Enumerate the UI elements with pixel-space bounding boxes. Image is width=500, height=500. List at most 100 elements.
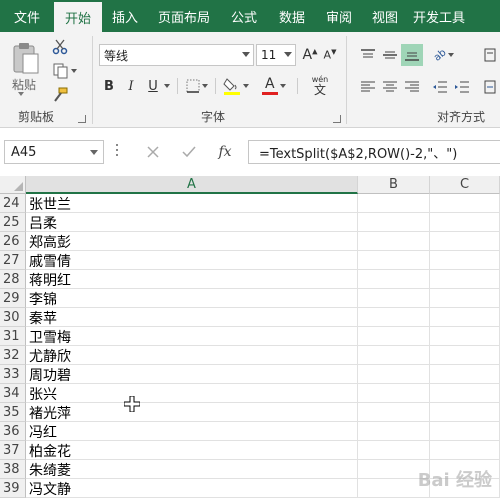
cell-a[interactable]: 周功碧 xyxy=(26,365,358,384)
row-header[interactable]: 37 xyxy=(0,441,26,460)
cell-a[interactable]: 张兴 xyxy=(26,384,358,403)
cell-c[interactable] xyxy=(430,289,500,308)
cell-c[interactable] xyxy=(430,384,500,403)
row-header[interactable]: 31 xyxy=(0,327,26,346)
top-align-button[interactable] xyxy=(357,44,379,66)
cell-a[interactable]: 冯文静 xyxy=(26,479,358,498)
merge-center-button[interactable] xyxy=(481,76,499,98)
cell-b[interactable] xyxy=(358,308,430,327)
cell-b[interactable] xyxy=(358,213,430,232)
row-header[interactable]: 28 xyxy=(0,270,26,289)
bottom-align-button[interactable] xyxy=(401,44,423,66)
column-header-c[interactable]: C xyxy=(430,176,500,194)
select-all-button[interactable] xyxy=(0,176,26,194)
cell-c[interactable] xyxy=(430,422,500,441)
cell-b[interactable] xyxy=(358,365,430,384)
cell-b[interactable] xyxy=(358,289,430,308)
tab-insert[interactable]: 插入 xyxy=(102,0,148,32)
cell-b[interactable] xyxy=(358,327,430,346)
cancel-icon[interactable] xyxy=(142,141,164,163)
font-color-button[interactable]: A xyxy=(261,74,287,98)
cell-c[interactable] xyxy=(430,346,500,365)
align-right-button[interactable] xyxy=(401,76,423,98)
row-header[interactable]: 26 xyxy=(0,232,26,251)
format-painter-button[interactable] xyxy=(50,86,70,104)
cell-b[interactable] xyxy=(358,270,430,289)
tab-file[interactable]: 文件 xyxy=(0,0,54,32)
row-header[interactable]: 29 xyxy=(0,289,26,308)
font-size-select[interactable]: 11 xyxy=(256,44,296,66)
row-header[interactable]: 36 xyxy=(0,422,26,441)
cell-a[interactable]: 李锦 xyxy=(26,289,358,308)
tab-review[interactable]: 审阅 xyxy=(316,0,362,32)
middle-align-button[interactable] xyxy=(379,44,401,66)
cell-c[interactable] xyxy=(430,441,500,460)
cell-a[interactable]: 朱绮菱 xyxy=(26,460,358,479)
decrease-font-size-button[interactable]: A▼ xyxy=(321,44,339,66)
orientation-button[interactable]: ab xyxy=(429,44,459,66)
tab-developer[interactable]: 开发工具 xyxy=(408,0,470,32)
borders-button[interactable] xyxy=(185,76,209,96)
cell-b[interactable] xyxy=(358,194,430,213)
cell-b[interactable] xyxy=(358,251,430,270)
underline-dropdown[interactable] xyxy=(161,76,171,96)
align-left-button[interactable] xyxy=(357,76,379,98)
row-header[interactable]: 39 xyxy=(0,479,26,498)
cell-b[interactable] xyxy=(358,384,430,403)
align-center-button[interactable] xyxy=(379,76,401,98)
clipboard-launcher-icon[interactable] xyxy=(78,115,86,123)
fill-color-button[interactable] xyxy=(223,74,249,98)
row-header[interactable]: 27 xyxy=(0,251,26,270)
enter-check-icon[interactable] xyxy=(178,141,200,163)
cell-a[interactable]: 尤静欣 xyxy=(26,346,358,365)
increase-indent-button[interactable] xyxy=(451,76,473,98)
phonetic-guide-button[interactable]: wén 文 xyxy=(305,72,335,100)
italic-button[interactable]: I xyxy=(123,76,139,96)
cell-c[interactable] xyxy=(430,213,500,232)
cell-c[interactable] xyxy=(430,194,500,213)
column-header-a[interactable]: A xyxy=(26,176,358,194)
wrap-text-button[interactable] xyxy=(481,44,499,66)
name-box[interactable]: A45 xyxy=(4,140,104,164)
cell-a[interactable]: 张世兰 xyxy=(26,194,358,213)
column-header-b[interactable]: B xyxy=(358,176,430,194)
row-header[interactable]: 24 xyxy=(0,194,26,213)
increase-font-size-button[interactable]: A▲ xyxy=(301,44,319,66)
paste-dropdown-icon[interactable] xyxy=(18,92,24,98)
cell-a[interactable]: 褚光萍 xyxy=(26,403,358,422)
row-header[interactable]: 35 xyxy=(0,403,26,422)
tab-view[interactable]: 视图 xyxy=(362,0,408,32)
insert-function-button[interactable]: fx xyxy=(214,141,236,163)
row-header[interactable]: 30 xyxy=(0,308,26,327)
row-header[interactable]: 32 xyxy=(0,346,26,365)
cell-b[interactable] xyxy=(358,441,430,460)
tab-data[interactable]: 数据 xyxy=(268,0,316,32)
cell-a[interactable]: 蒋明红 xyxy=(26,270,358,289)
cell-c[interactable] xyxy=(430,232,500,251)
tab-page-layout[interactable]: 页面布局 xyxy=(148,0,220,32)
cut-button[interactable] xyxy=(50,38,70,56)
cell-b[interactable] xyxy=(358,422,430,441)
cell-a[interactable]: 秦苹 xyxy=(26,308,358,327)
cell-c[interactable] xyxy=(430,365,500,384)
formula-bar-resize-handle[interactable] xyxy=(116,144,119,160)
tab-formulas[interactable]: 公式 xyxy=(220,0,268,32)
cell-a[interactable]: 戚雪倩 xyxy=(26,251,358,270)
cell-b[interactable] xyxy=(358,403,430,422)
row-header[interactable]: 33 xyxy=(0,365,26,384)
paste-button[interactable] xyxy=(8,40,44,76)
cell-c[interactable] xyxy=(430,251,500,270)
decrease-indent-button[interactable] xyxy=(429,76,451,98)
copy-button[interactable] xyxy=(50,62,80,80)
font-name-select[interactable]: 等线 xyxy=(99,44,254,66)
row-header[interactable]: 34 xyxy=(0,384,26,403)
row-header[interactable]: 38 xyxy=(0,460,26,479)
bold-button[interactable]: B xyxy=(101,76,117,96)
cell-a[interactable]: 柏金花 xyxy=(26,441,358,460)
cell-c[interactable] xyxy=(430,327,500,346)
cell-a[interactable]: 郑高彭 xyxy=(26,232,358,251)
cell-a[interactable]: 吕柔 xyxy=(26,213,358,232)
row-header[interactable]: 25 xyxy=(0,213,26,232)
cell-a[interactable]: 冯红 xyxy=(26,422,358,441)
cell-c[interactable] xyxy=(430,308,500,327)
